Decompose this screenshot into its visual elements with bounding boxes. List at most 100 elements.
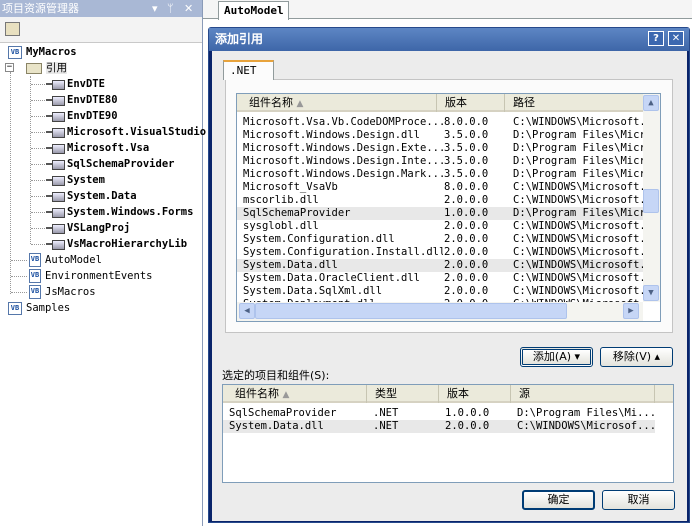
tree-item-mymacros[interactable]: VB MyMacros — [8, 44, 77, 60]
list-header: 组件名称 ▲ 版本 路径 — [237, 94, 643, 112]
project-explorer-panel: 项目资源管理器 ▾ ᛘ ✕ VB MyMacros − 引用 EnvDTE EnvDTE8… — [0, 0, 206, 526]
component-row[interactable]: Microsoft_VsaVb 8.0.0.0 C:\WINDOWS\Microso… — [237, 181, 643, 194]
tab-dotnet[interactable]: .NET — [223, 60, 274, 80]
cell-name: mscorlib.dll — [243, 194, 319, 206]
column-label: 组件名称 — [249, 96, 293, 109]
component-row[interactable]: SqlSchemaProvider 1.0.0.0 D:\Program Files… — [237, 207, 643, 220]
reference-icon — [46, 191, 65, 202]
vertical-scrollbar[interactable]: ▲ ▼ — [643, 94, 660, 302]
tree-item-label: 引用 — [46, 62, 67, 74]
close-icon[interactable]: ✕ — [184, 0, 193, 17]
component-row[interactable]: Microsoft.Windows.Design.Inte... 3.5.0.0 D… — [237, 155, 643, 168]
column-header-name[interactable]: 组件名称 ▲ — [223, 385, 367, 403]
selected-components-list[interactable]: 组件名称 ▲ 类型 版本 源 SqlSchemaProvider .NET 1.0.… — [222, 384, 674, 483]
tree-item-reference[interactable]: VsMacroHierarchyLib — [46, 236, 187, 252]
tab-panel: 组件名称 ▲ 版本 路径 Microsoft.Vsa.Vb.CodeDOMPro… — [225, 79, 673, 333]
reference-icon — [46, 223, 65, 234]
tree-item-samples[interactable]: VB Samples — [8, 300, 70, 316]
cell-name: Microsoft_VsaVb — [243, 181, 338, 193]
pin-icon[interactable]: ᛘ — [167, 0, 174, 17]
scroll-thumb[interactable] — [643, 189, 659, 213]
column-header-source[interactable]: 源 — [511, 385, 655, 403]
tree-item-reference[interactable]: EnvDTE80 — [46, 92, 118, 108]
reference-icon — [46, 175, 65, 186]
column-header-version[interactable]: 版本 — [437, 94, 505, 112]
component-list[interactable]: 组件名称 ▲ 版本 路径 Microsoft.Vsa.Vb.CodeDOMPro… — [236, 93, 661, 322]
component-row[interactable]: System.Data.dll 2.0.0.0 C:\WINDOWS\Microso… — [237, 259, 643, 272]
cell-name: System.Configuration.dll — [243, 233, 395, 245]
cell-version: 3.5.0.0 — [444, 155, 489, 167]
cancel-button[interactable]: 取消 — [602, 490, 675, 510]
column-header-name[interactable]: 组件名称 ▲ — [237, 94, 437, 112]
cell-version: 2.0.0.0 — [444, 246, 489, 258]
cell-name: Microsoft.Windows.Design.Exte... — [243, 142, 443, 154]
cell-version: 2.0.0.0 — [444, 272, 489, 284]
tree-line — [31, 116, 45, 117]
vb-project-icon: VB — [8, 45, 22, 59]
remove-button[interactable]: 移除(V) ▴ — [600, 347, 673, 367]
tree-item-reference[interactable]: System — [46, 172, 105, 188]
collapse-toggle-icon[interactable]: − — [5, 63, 14, 72]
help-button[interactable]: ? — [648, 31, 664, 46]
add-button[interactable]: 添加(A) ▾ — [520, 347, 593, 367]
tree-item-module[interactable]: VB JsMacros — [29, 284, 96, 300]
cell-name: SqlSchemaProvider — [243, 207, 351, 219]
tree-item-reference[interactable]: EnvDTE90 — [46, 108, 118, 124]
cell-path: D:\Program Files\Micr — [513, 155, 643, 167]
cell-name: SqlSchemaProvider — [229, 407, 337, 419]
horizontal-scrollbar[interactable]: ◀ ▶ — [237, 302, 643, 321]
column-header-version[interactable]: 版本 — [439, 385, 511, 403]
dropdown-icon[interactable]: ▾ — [152, 0, 158, 17]
tree-line — [31, 228, 45, 229]
cell-path: D:\Program Files\Micr — [513, 129, 643, 141]
tree-item-module[interactable]: VB EnvironmentEvents — [29, 268, 152, 284]
component-row[interactable]: mscorlib.dll 2.0.0.0 C:\WINDOWS\Microsoft.… — [237, 194, 643, 207]
tree-item-label: Microsoft.VisualStudio — [67, 126, 207, 138]
column-header-type[interactable]: 类型 — [367, 385, 439, 403]
cell-path: D:\Program Files\Micr — [513, 168, 643, 180]
component-row[interactable]: System.Data.SqlXml.dll 2.0.0.0 C:\WINDOWS\… — [237, 285, 643, 298]
scroll-down-icon[interactable]: ▼ — [643, 285, 659, 301]
component-row[interactable]: System.Data.OracleClient.dll 2.0.0.0 C:\WI… — [237, 272, 643, 285]
tree-item-reference[interactable]: EnvDTE — [46, 76, 105, 92]
reference-icon — [46, 111, 65, 122]
tree-item-reference[interactable]: Microsoft.VisualStudio — [46, 124, 206, 140]
component-row[interactable]: Microsoft.Windows.Design.dll 3.5.0.0 D:\Pr… — [237, 129, 643, 142]
component-row[interactable]: System.Configuration.Install.dll 2.0.0.0 C… — [237, 246, 643, 259]
tab-automodel[interactable]: AutoModel — [218, 1, 289, 20]
ok-button[interactable]: 确定 — [522, 490, 595, 510]
tree-item-module[interactable]: VB AutoModel — [29, 252, 102, 268]
component-row[interactable]: Microsoft.Windows.Design.Exte... 3.5.0.0 D… — [237, 142, 643, 155]
cell-name: sysglobl.dll — [243, 220, 319, 232]
component-row[interactable]: sysglobl.dll 2.0.0.0 C:\WINDOWS\Microsoft.… — [237, 220, 643, 233]
component-row[interactable]: System.Configuration.dll 2.0.0.0 C:\WINDOW… — [237, 233, 643, 246]
selected-row[interactable]: SqlSchemaProvider .NET 1.0.0.0 D:\Program F… — [223, 407, 655, 420]
column-header-path[interactable]: 路径 — [505, 94, 645, 112]
tree-line — [31, 212, 45, 213]
cell-path: D:\Program Files\Micr — [513, 207, 643, 219]
tree-line — [31, 196, 45, 197]
cell-path: C:\WINDOWS\Microsoft.N — [513, 220, 643, 232]
tree-item-reference[interactable]: VSLangProj — [46, 220, 130, 236]
tree-item-reference[interactable]: System.Windows.Forms — [46, 204, 193, 220]
hscroll-thumb[interactable] — [255, 303, 567, 319]
reference-icon — [46, 127, 65, 138]
component-row[interactable]: Microsoft.Vsa.Vb.CodeDOMProce... 8.0.0.0 C… — [237, 116, 643, 129]
tree-item-reference[interactable]: System.Data — [46, 188, 137, 204]
tree-line — [31, 100, 45, 101]
cell-version: 2.0.0.0 — [445, 420, 490, 432]
tree-item-reference[interactable]: Microsoft.Vsa — [46, 140, 149, 156]
scroll-up-icon[interactable]: ▲ — [643, 95, 659, 111]
properties-icon[interactable] — [5, 22, 20, 36]
tree-item-label: AutoModel — [45, 254, 102, 266]
scroll-right-icon[interactable]: ▶ — [623, 303, 639, 319]
cell-version: 3.5.0.0 — [444, 129, 489, 141]
selected-row[interactable]: System.Data.dll .NET 2.0.0.0 C:\WINDOWS\Mic… — [223, 420, 655, 433]
component-row[interactable]: Microsoft.Windows.Design.Mark... 3.5.0.0 D… — [237, 168, 643, 181]
tree-item-reference[interactable]: SqlSchemaProvider — [46, 156, 174, 172]
tree-item-references[interactable]: 引用 — [26, 60, 67, 76]
sort-asc-icon: ▲ — [282, 390, 290, 400]
close-button[interactable]: ✕ — [668, 31, 684, 46]
scroll-left-icon[interactable]: ◀ — [239, 303, 255, 319]
cell-version: 2.0.0.0 — [444, 220, 489, 232]
